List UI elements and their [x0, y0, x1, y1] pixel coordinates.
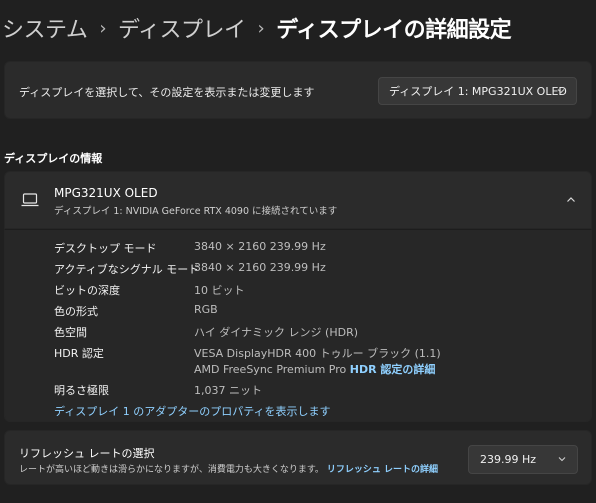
refresh-rate-details-link[interactable]: リフレッシュ レートの詳細: [327, 465, 438, 475]
info-key: ビットの深度: [54, 284, 120, 297]
info-value: ハイ ダイナミック レンジ (HDR): [194, 326, 359, 339]
display-info-header[interactable]: MPG321UX OLED ディスプレイ 1: NVIDIA GeForce R…: [4, 171, 592, 229]
hdr-cert-line2: AMD FreeSync Premium Pro HDR 認定の詳細: [194, 361, 435, 377]
refresh-rate-dropdown[interactable]: 239.99 Hz: [468, 445, 578, 474]
display-select-card: ディスプレイを選択して、その設定を表示または変更します ディスプレイ 1: MP…: [4, 61, 592, 119]
hdr-cert-freesync: AMD FreeSync Premium Pro: [194, 363, 347, 376]
display-select-value: ディスプレイ 1: MPG321UX OLED: [389, 85, 567, 98]
breadcrumb-separator-icon: ›: [99, 17, 107, 39]
adapter-properties-link[interactable]: ディスプレイ 1 のアダプターのプロパティを表示します: [54, 403, 331, 419]
info-key: HDR 認定: [54, 347, 104, 360]
display-select-label: ディスプレイを選択して、その設定を表示または変更します: [19, 86, 315, 99]
info-value: 3840 × 2160 239.99 Hz: [194, 240, 326, 253]
refresh-rate-title: リフレッシュ レートの選択: [19, 447, 155, 460]
refresh-rate-description-text: レートが高いほど動きは滑らかになりますが、消費電力も大きくなります。: [19, 465, 324, 475]
breadcrumb-item-display[interactable]: ディスプレイ: [118, 12, 246, 44]
info-key: 色空間: [54, 326, 87, 339]
info-key: アクティブなシグナル モード: [54, 263, 200, 276]
breadcrumb-item-system[interactable]: システム: [2, 12, 88, 44]
section-title: ディスプレイの情報: [4, 152, 103, 165]
info-value: 1,037 ニット: [194, 384, 262, 397]
chevron-down-icon: [557, 89, 565, 94]
info-key: デスクトップ モード: [54, 242, 157, 255]
refresh-rate-value: 239.99 Hz: [480, 453, 537, 466]
display-select-dropdown[interactable]: ディスプレイ 1: MPG321UX OLED: [378, 77, 577, 105]
info-key: 色の形式: [54, 305, 98, 318]
display-info-details: デスクトップ モード 3840 × 2160 239.99 Hz アクティブなシ…: [4, 229, 592, 422]
info-key: 明るさ極限: [54, 384, 109, 397]
hdr-cert-details-link[interactable]: HDR 認定の詳細: [350, 363, 436, 376]
display-name: MPG321UX OLED: [54, 186, 158, 200]
hdr-cert-line1: VESA DisplayHDR 400 トゥルー ブラック (1.1): [194, 347, 441, 360]
refresh-rate-card: リフレッシュ レートの選択 レートが高いほど動きは滑らかになりますが、消費電力も…: [4, 430, 592, 485]
refresh-rate-description: レートが高いほど動きは滑らかになりますが、消費電力も大きくなります。 リフレッシ…: [19, 462, 438, 475]
page-title: ディスプレイの詳細設定: [276, 18, 512, 43]
laptop-icon: [21, 193, 39, 207]
breadcrumb: システム › ディスプレイ › ディスプレイの詳細設定: [2, 12, 512, 44]
display-connection: ディスプレイ 1: NVIDIA GeForce RTX 4090 に接続されて…: [54, 206, 338, 217]
breadcrumb-separator-icon: ›: [257, 17, 265, 39]
info-value: RGB: [194, 303, 218, 316]
info-value: 10 ビット: [194, 284, 245, 297]
chevron-down-icon: [558, 457, 566, 462]
chevron-up-icon[interactable]: [565, 194, 577, 206]
info-value: 3840 × 2160 239.99 Hz: [194, 261, 326, 274]
